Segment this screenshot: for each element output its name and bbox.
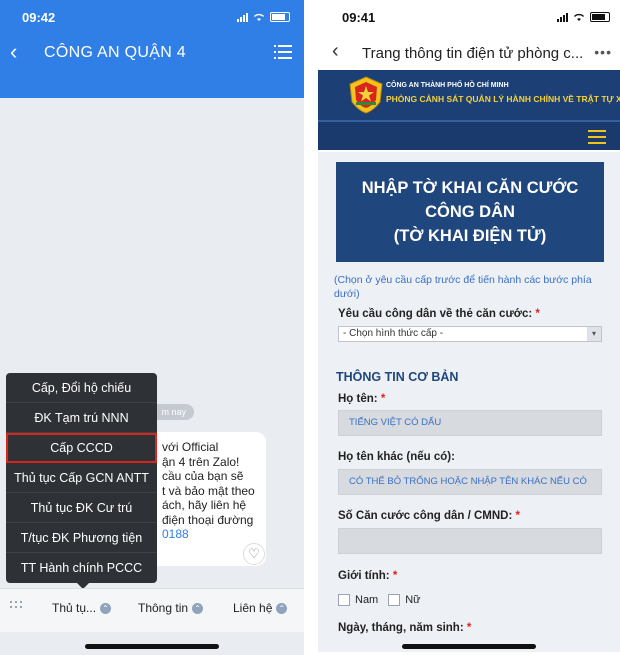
othername-input[interactable]: CÓ THỂ BỎ TRỐNG HOẶC NHẬP TÊN KHÁC NẾU C… xyxy=(338,469,602,495)
label-text: Số Căn cước công dân / CMND: xyxy=(338,510,513,522)
browser-nav-bar: ‹ Trang thông tin điện tử phòng c... ••• xyxy=(318,36,620,70)
tab-label: Liên hệ xyxy=(233,601,273,615)
checkbox[interactable] xyxy=(388,594,401,607)
form-heading: NHẬP TỜ KHAI CĂN CƯỚC CÔNG DÂN (TỜ KHAI … xyxy=(336,162,604,262)
heading-line: NHẬP TỜ KHAI CĂN CƯỚC xyxy=(361,179,579,197)
wifi-icon xyxy=(574,13,584,21)
heading-line: (TỜ KHAI ĐIỆN TỬ) xyxy=(393,227,547,245)
menu-item-vehicle-registration[interactable]: T/tục ĐK Phương tiện xyxy=(6,523,157,553)
required-mark: * xyxy=(380,393,386,405)
menu-item-antt-certificate[interactable]: Thủ tục Cấp GCN ANTT xyxy=(6,463,157,493)
site-banner: CÔNG AN THÀNH PHỐ HỒ CHÍ MINH PHÒNG CẢNH… xyxy=(318,70,620,120)
wifi-icon xyxy=(254,13,264,21)
message-line: điện thoại đường xyxy=(162,512,254,527)
banner-org-name: CÔNG AN THÀNH PHỐ HỒ CHÍ MINH xyxy=(386,82,509,89)
list-menu-icon[interactable] xyxy=(274,45,292,59)
signal-icon xyxy=(557,12,568,22)
menu-item-passport[interactable]: Cấp, Đổi hộ chiếu xyxy=(6,373,157,403)
option-label: Nữ xyxy=(405,594,421,606)
gender-label: Giới tính: * xyxy=(338,570,397,582)
menu-item-residence-registration[interactable]: Thủ tục ĐK Cư trú xyxy=(6,493,157,523)
battery-icon xyxy=(270,12,290,22)
home-indicator xyxy=(85,644,219,649)
tab-information[interactable]: Thông tin ⌃ xyxy=(138,601,204,615)
chevron-up-icon: ⌃ xyxy=(276,602,288,614)
keyboard-icon[interactable] xyxy=(10,601,26,613)
message-line: ận 4 trên Zalo! xyxy=(162,454,240,469)
option-label: Nam xyxy=(355,594,379,606)
label-text: Ngày, tháng, năm sinh: xyxy=(338,622,464,634)
message-line: t và bảo mật theo xyxy=(162,483,255,498)
message-line: cầu của bạn sẽ xyxy=(162,469,244,483)
request-type-label: Yêu cầu công dân về thẻ căn cước: * xyxy=(338,308,540,320)
id-number-input[interactable] xyxy=(338,528,602,554)
status-bar: 09:41 xyxy=(318,10,620,30)
label-text: Họ tên: xyxy=(338,393,378,405)
message-line: với Official xyxy=(162,440,219,454)
back-arrow-icon[interactable]: ‹ xyxy=(332,40,339,63)
police-emblem-icon xyxy=(349,76,383,114)
page-title: Trang thông tin điện tử phòng c... xyxy=(362,45,584,62)
instruction-hint: (Chọn ở yêu cầu cấp trước để tiến hành c… xyxy=(334,274,592,300)
message-line: ách, hãy liên hệ xyxy=(162,498,247,512)
chevron-down-icon: ▾ xyxy=(587,327,601,341)
menu-item-cccd[interactable]: Cấp CCCD xyxy=(6,433,157,463)
required-mark: * xyxy=(392,570,398,582)
back-arrow-icon[interactable]: ‹ xyxy=(10,41,17,63)
tab-label: Thủ tụ... xyxy=(52,601,97,615)
popup-menu: Cấp, Đổi hộ chiếu ĐK Tạm trú NNN Cấp CCC… xyxy=(6,373,157,589)
gender-option-male[interactable]: Nam xyxy=(338,594,379,607)
chat-title: CÔNG AN QUẬN 4 xyxy=(44,44,187,61)
heart-icon[interactable]: ♡ xyxy=(243,543,265,565)
status-bar: 09:42 xyxy=(0,10,304,30)
tab-procedures[interactable]: Thủ tụ... ⌃ xyxy=(52,601,112,615)
more-options-icon[interactable]: ••• xyxy=(594,44,612,60)
status-time: 09:41 xyxy=(342,10,376,25)
heading-line: CÔNG DÂN xyxy=(425,203,515,221)
fullname-label: Họ tên: * xyxy=(338,393,385,405)
checkbox[interactable] xyxy=(338,594,350,607)
label-text: Yêu cầu công dân về thẻ căn cước: xyxy=(338,308,533,320)
required-mark: * xyxy=(515,510,521,522)
bottom-menu-bar: Thủ tụ... ⌃ Thông tin ⌃ Liên hệ ⌃ xyxy=(0,588,304,632)
request-type-select[interactable]: - Chọn hình thức cấp - ▾ xyxy=(338,326,602,342)
label-text: Giới tính: xyxy=(338,570,390,582)
status-icons xyxy=(557,12,610,22)
required-mark: * xyxy=(535,308,540,320)
tab-label: Thông tin xyxy=(138,601,189,615)
hamburger-menu-icon[interactable] xyxy=(588,130,606,144)
othername-label: Họ tên khác (nếu có): xyxy=(338,451,455,463)
left-phone-screen: 09:42 ‹ CÔNG AN QUẬN 4 m nay với Officia… xyxy=(0,0,304,655)
chevron-up-icon: ⌃ xyxy=(192,602,204,614)
menu-item-temp-residence[interactable]: ĐK Tạm trú NNN xyxy=(6,403,157,433)
fullname-input[interactable]: TIẾNG VIỆT CÓ DẤU xyxy=(338,410,602,436)
select-value: - Chọn hình thức cấp - xyxy=(343,328,444,339)
menu-item-fire-safety[interactable]: TT Hành chính PCCC xyxy=(6,553,157,583)
chat-header: 09:42 ‹ CÔNG AN QUẬN 4 xyxy=(0,0,304,98)
dob-label: Ngày, tháng, năm sinh: * xyxy=(338,622,471,634)
gender-options: Nam Nữ xyxy=(338,594,421,607)
required-mark: * xyxy=(466,622,472,634)
status-time: 09:42 xyxy=(22,10,56,25)
status-icons xyxy=(237,12,290,22)
id-number-label: Số Căn cước công dân / CMND: * xyxy=(338,510,520,522)
banner-dept-name: PHÒNG CẢNH SÁT QUẢN LÝ HÀNH CHÍNH VỀ TRẬ… xyxy=(386,94,620,104)
form-content: NHẬP TỜ KHAI CĂN CƯỚC CÔNG DÂN (TỜ KHAI … xyxy=(318,152,620,652)
signal-icon xyxy=(237,12,248,22)
site-nav-bar xyxy=(318,120,620,150)
gender-option-female[interactable]: Nữ xyxy=(388,594,421,607)
chevron-up-icon: ⌃ xyxy=(100,602,112,614)
section-title: THÔNG TIN CƠ BẢN xyxy=(336,370,459,384)
battery-icon xyxy=(590,12,610,22)
tab-contact[interactable]: Liên hệ ⌃ xyxy=(233,601,288,615)
phone-link[interactable]: 0188 xyxy=(146,527,258,542)
home-indicator xyxy=(402,644,536,649)
right-phone-screen: 09:41 ‹ Trang thông tin điện tử phòng c.… xyxy=(318,0,620,655)
